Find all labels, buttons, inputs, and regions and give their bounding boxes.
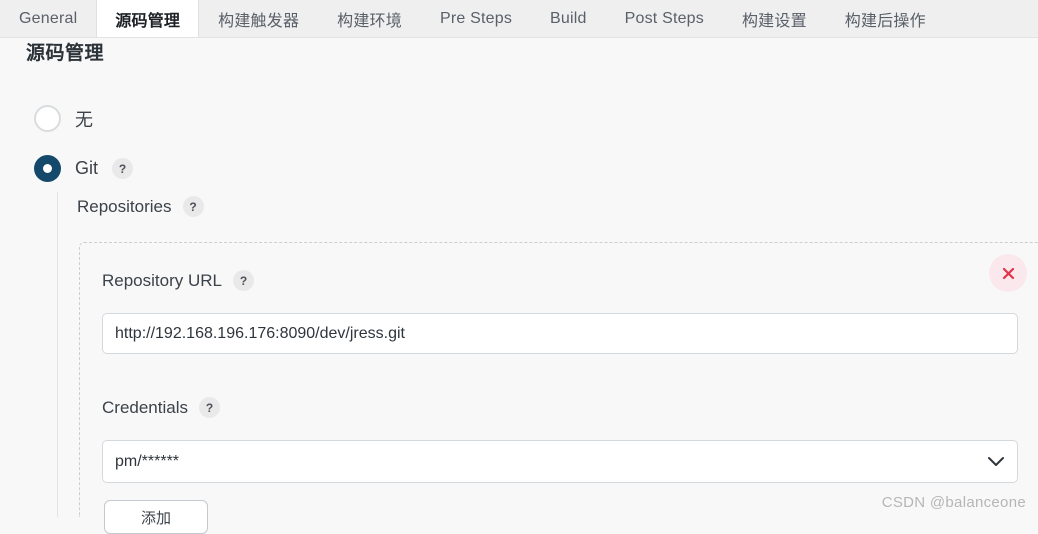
- tab-label: Pre Steps: [439, 9, 513, 27]
- tab-bar: General 源码管理 构建触发器 构建环境 Pre Steps Build …: [0, 0, 1038, 38]
- delete-repository-button[interactable]: [989, 254, 1027, 292]
- tab-build-environment[interactable]: 构建环境: [318, 0, 421, 37]
- credentials-select[interactable]: pm/******: [102, 440, 1018, 483]
- tab-build-triggers[interactable]: 构建触发器: [199, 0, 318, 37]
- tab-post-build-actions[interactable]: 构建后操作: [826, 0, 945, 37]
- credentials-select-value: pm/******: [115, 452, 180, 470]
- add-repository-button[interactable]: 添加: [104, 500, 208, 534]
- repository-url-label-row: Repository URL ?: [102, 270, 254, 291]
- tab-label: 构建设置: [741, 12, 807, 30]
- tab-label: Post Steps: [624, 9, 704, 27]
- add-repository-button-label: 添加: [140, 509, 171, 527]
- tab-label: 源码管理: [115, 12, 181, 30]
- credentials-label-row: Credentials ?: [102, 397, 220, 418]
- tab-pre-steps[interactable]: Pre Steps: [421, 0, 531, 37]
- repositories-label-row: Repositories ?: [77, 196, 204, 217]
- chevron-down-icon: [988, 457, 1004, 466]
- tab-label: 构建后操作: [844, 12, 926, 30]
- scm-option-git-label: Git: [75, 158, 99, 178]
- tab-build-settings[interactable]: 构建设置: [723, 0, 826, 37]
- git-section: Repositories ? Repository URL ? Credenti…: [57, 192, 1038, 517]
- scm-option-none[interactable]: 无: [34, 105, 93, 132]
- radio-none[interactable]: [34, 105, 61, 132]
- scm-option-git[interactable]: Git ?: [34, 155, 134, 182]
- repository-card: Repository URL ? Credentials ? pm/******: [79, 242, 1038, 517]
- credentials-label: Credentials: [102, 397, 188, 417]
- tab-label: 构建环境: [337, 12, 402, 30]
- watermark: CSDN @balanceone: [881, 494, 1026, 511]
- repository-url-label: Repository URL: [102, 270, 222, 290]
- help-icon-repositories[interactable]: ?: [182, 196, 204, 217]
- tab-label: 构建触发器: [218, 12, 300, 30]
- repository-url-input[interactable]: [102, 313, 1018, 354]
- tab-label: Build: [550, 9, 587, 27]
- help-icon-credentials[interactable]: ?: [199, 397, 220, 418]
- tab-label: General: [19, 9, 78, 27]
- scm-option-none-label: 无: [75, 109, 93, 130]
- help-icon-git[interactable]: ?: [112, 158, 134, 179]
- radio-git[interactable]: [34, 155, 61, 182]
- tab-general[interactable]: General: [0, 0, 96, 37]
- tab-build[interactable]: Build: [531, 0, 606, 37]
- repositories-label: Repositories: [77, 196, 172, 216]
- tab-post-steps[interactable]: Post Steps: [606, 0, 723, 37]
- page-title: 源码管理: [26, 43, 105, 64]
- help-icon-repository-url[interactable]: ?: [233, 270, 254, 291]
- tab-source-management[interactable]: 源码管理: [96, 0, 200, 37]
- close-icon: [1002, 267, 1014, 279]
